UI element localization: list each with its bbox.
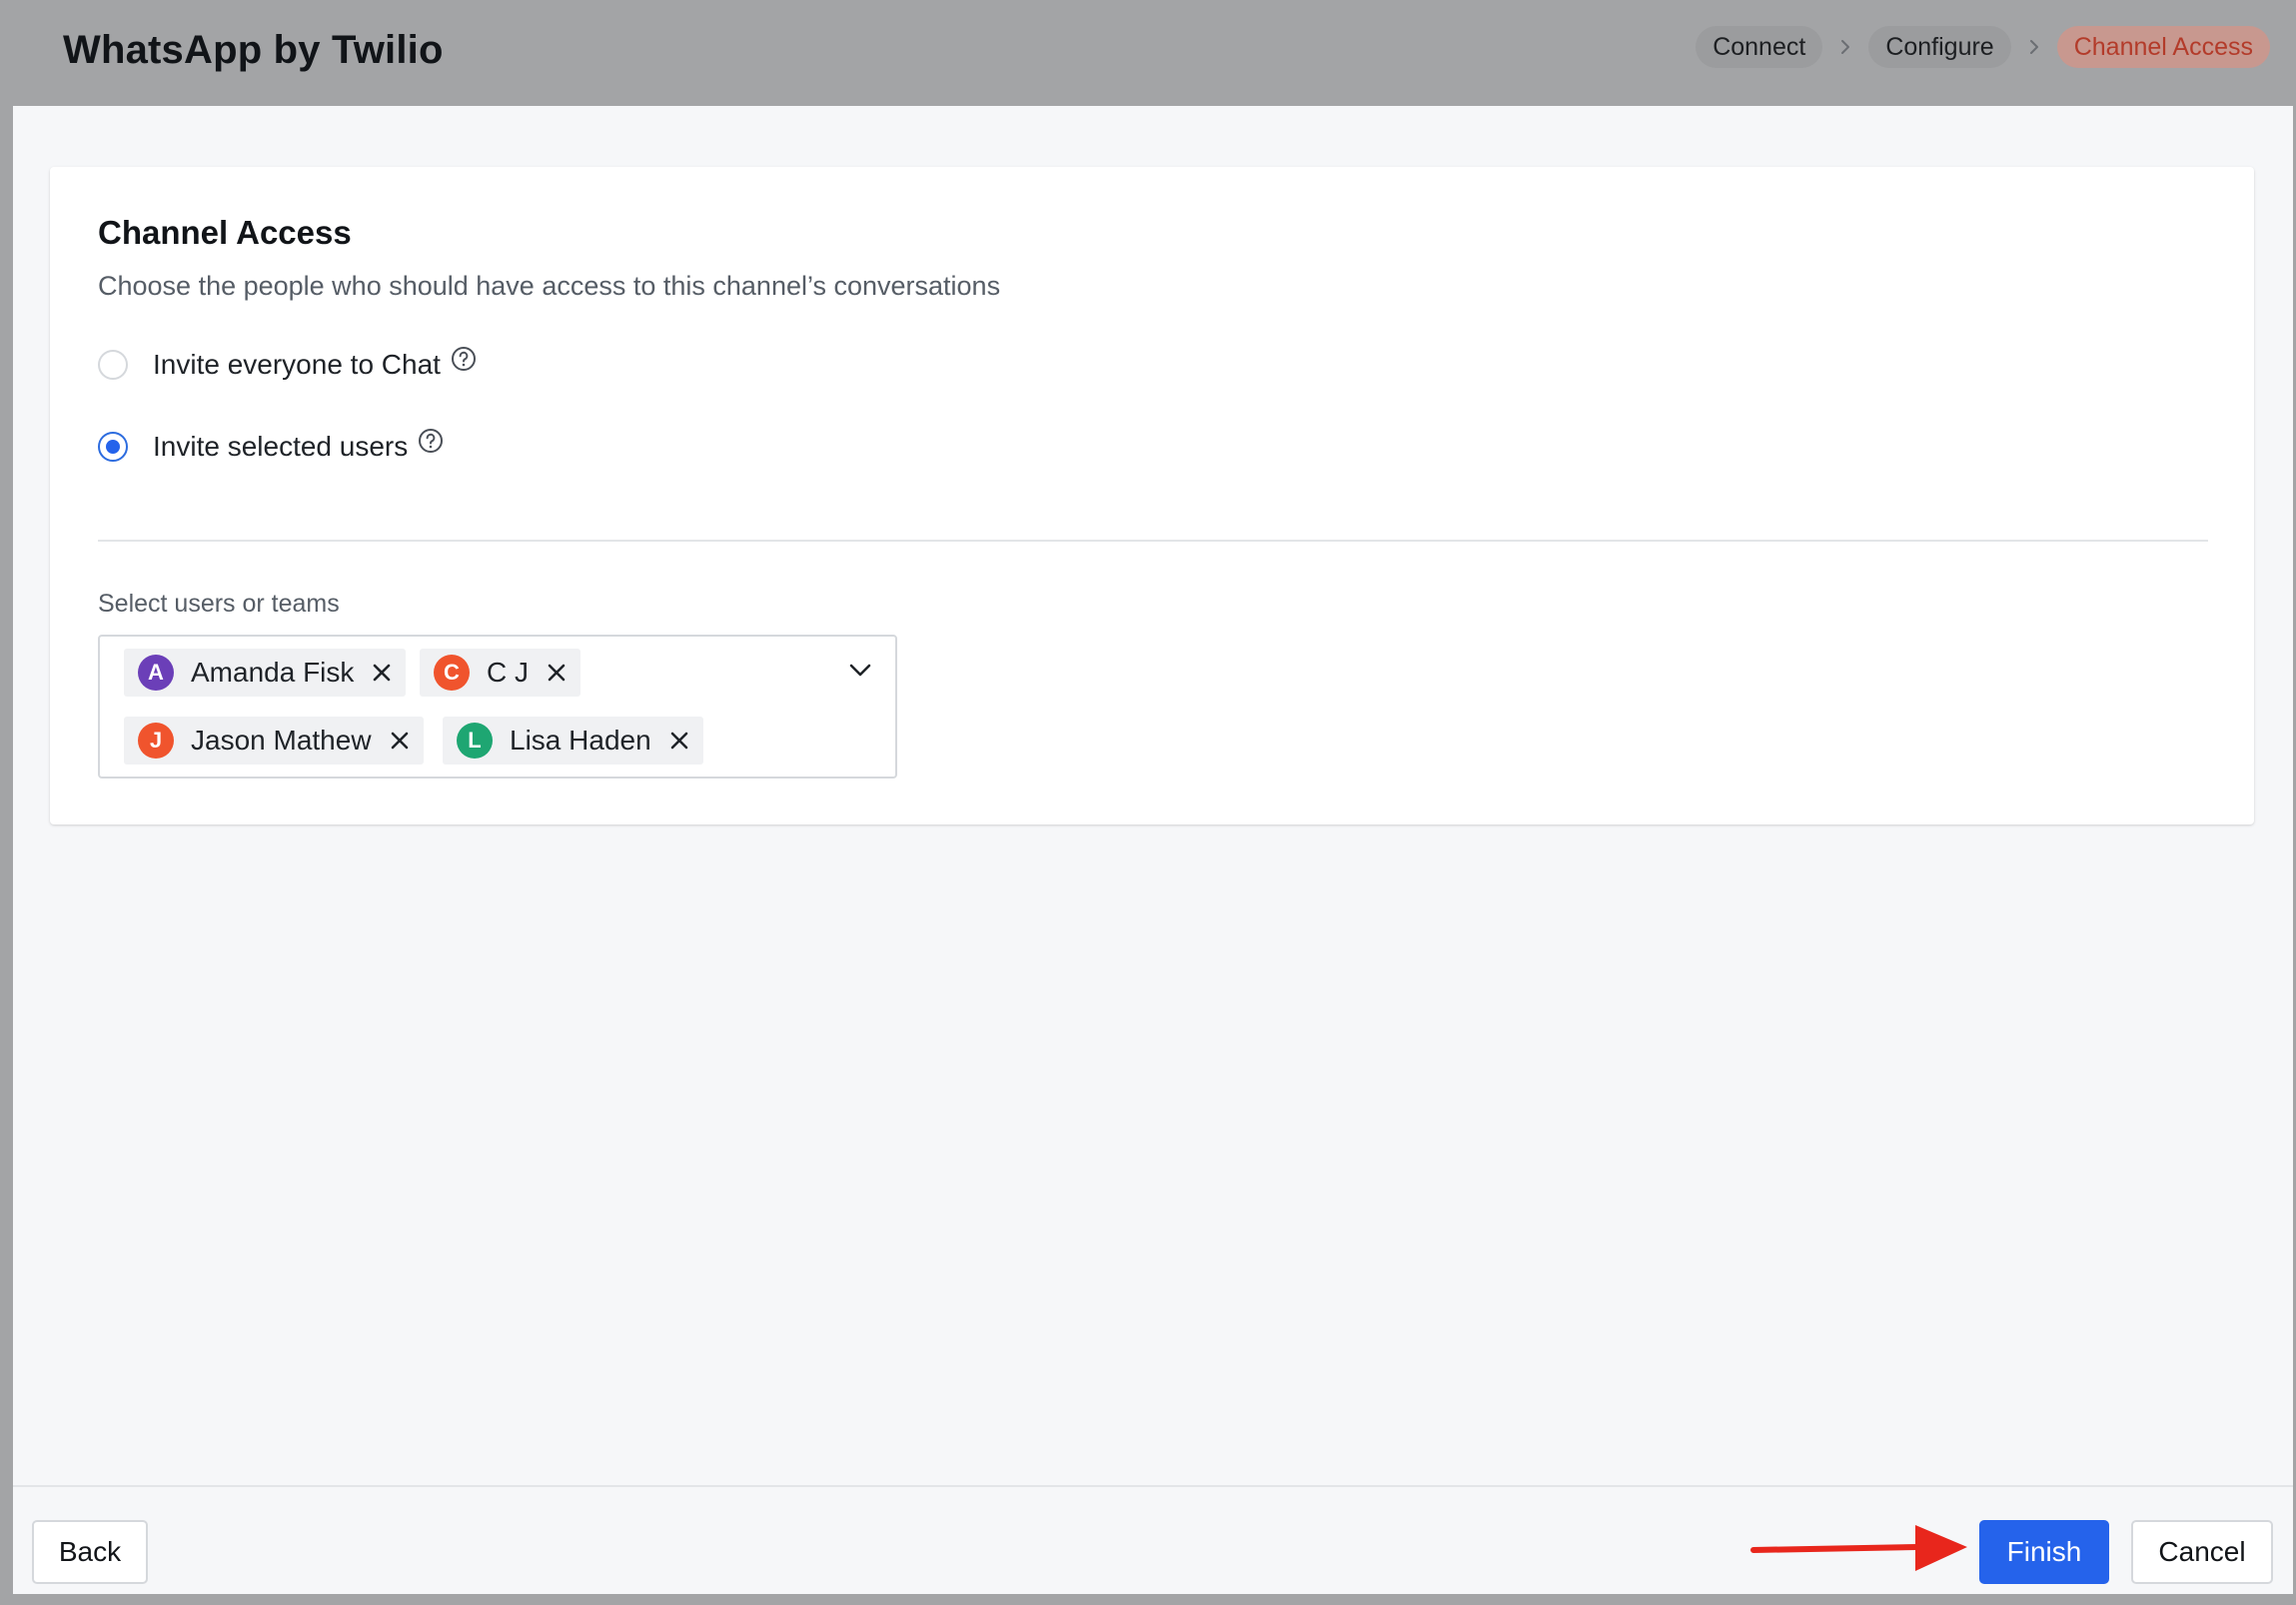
close-icon[interactable] xyxy=(370,661,394,685)
chip-name: Lisa Haden xyxy=(510,725,651,756)
step-configure[interactable]: Configure xyxy=(1868,26,2011,68)
app-header: WhatsApp by Twilio Connect Configure Cha… xyxy=(0,0,2296,106)
avatar: C xyxy=(434,655,470,691)
app-title: WhatsApp by Twilio xyxy=(63,28,444,72)
radio-label: Invite everyone to Chat xyxy=(153,349,441,380)
red-arrow-annotation xyxy=(1750,1525,1967,1571)
radio-label: Invite selected users xyxy=(153,431,409,462)
option-invite-everyone[interactable]: Invite everyone to Chat xyxy=(98,347,477,383)
user-chip-c-j: C C J xyxy=(420,649,580,697)
back-button[interactable]: Back xyxy=(32,1520,148,1584)
main-content: Channel Access Choose the people who sho… xyxy=(13,106,2293,1485)
chevron-down-icon[interactable] xyxy=(847,661,873,681)
channel-access-card: Channel Access Choose the people who sho… xyxy=(50,167,2254,824)
finish-button[interactable]: Finish xyxy=(1979,1520,2109,1584)
divider xyxy=(98,540,2208,542)
footer-bar: Back Finish Cancel xyxy=(13,1485,2293,1594)
avatar: J xyxy=(138,723,174,759)
step-channel-access[interactable]: Channel Access xyxy=(2056,26,2270,68)
option-invite-selected[interactable]: Invite selected users xyxy=(98,429,444,465)
chevron-right-icon xyxy=(2011,38,2057,56)
avatar: A xyxy=(138,655,174,691)
avatar: L xyxy=(457,723,493,759)
radio-invite-everyone[interactable] xyxy=(98,350,128,380)
user-chip-jason-mathew: J Jason Mathew xyxy=(124,717,424,765)
card-subtitle: Choose the people who should have access… xyxy=(98,271,1001,301)
user-chip-lisa-haden: L Lisa Haden xyxy=(443,717,703,765)
help-circle-icon[interactable] xyxy=(418,428,444,454)
close-icon[interactable] xyxy=(545,661,569,685)
card-title: Channel Access xyxy=(98,214,352,251)
chip-name: Jason Mathew xyxy=(191,725,372,756)
help-circle-icon[interactable] xyxy=(451,346,477,372)
radio-invite-selected[interactable] xyxy=(98,432,128,462)
step-connect[interactable]: Connect xyxy=(1696,26,1823,68)
select-users-label: Select users or teams xyxy=(98,590,340,618)
stepper: Connect Configure Channel Access xyxy=(1696,26,2270,68)
close-icon[interactable] xyxy=(388,729,412,753)
close-icon[interactable] xyxy=(667,729,691,753)
user-chip-amanda-fisk: A Amanda Fisk xyxy=(124,649,407,697)
chip-name: C J xyxy=(487,657,529,688)
chip-name: Amanda Fisk xyxy=(191,657,355,688)
users-multiselect[interactable]: A Amanda Fisk C C J J Jason Mathew L Lis… xyxy=(98,635,897,779)
cancel-button[interactable]: Cancel xyxy=(2131,1520,2273,1584)
chevron-right-icon xyxy=(1822,38,1868,56)
